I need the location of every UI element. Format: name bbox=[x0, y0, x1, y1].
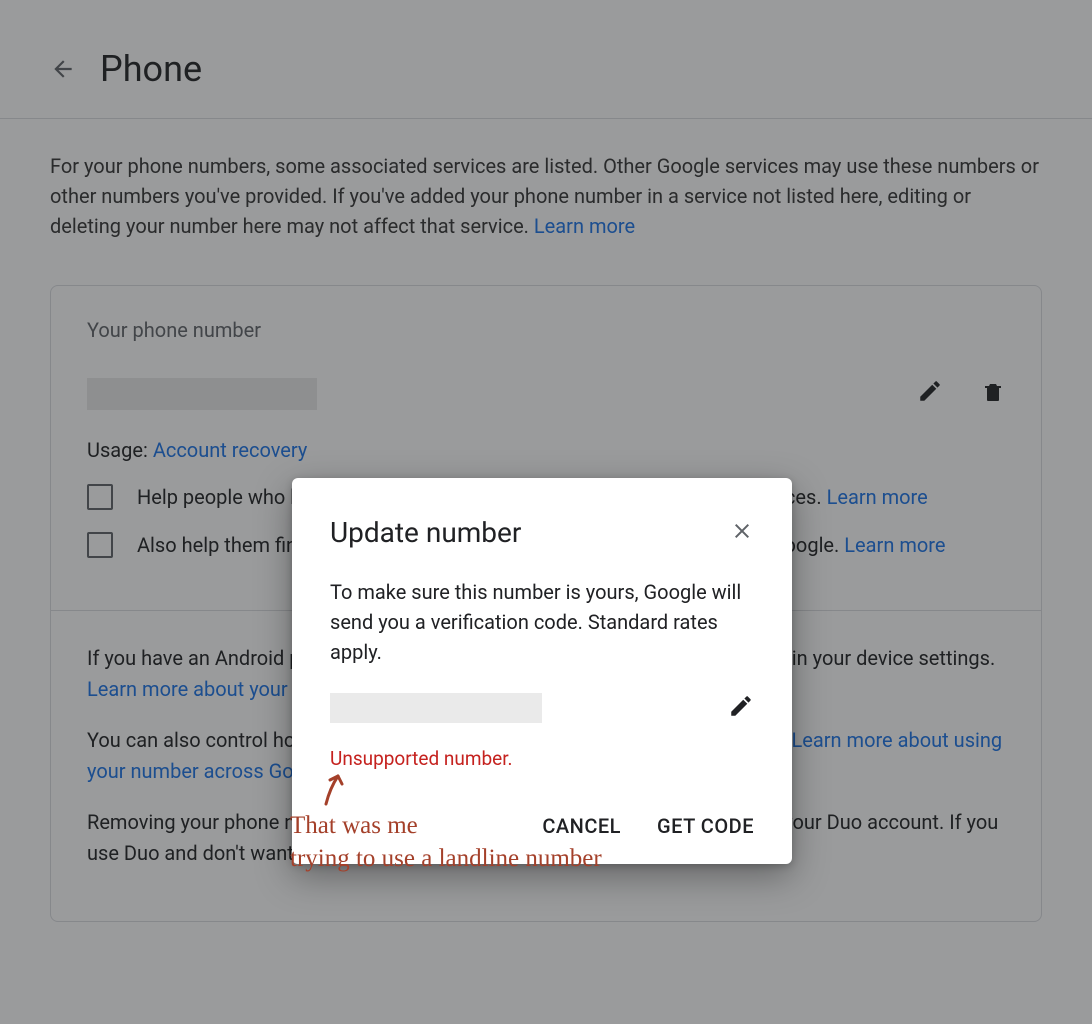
dialog-header: Update number bbox=[330, 516, 754, 549]
dialog-number-row bbox=[330, 693, 754, 723]
close-icon bbox=[730, 519, 754, 543]
dialog-edit-button[interactable] bbox=[728, 693, 754, 723]
update-number-dialog: Update number To make sure this number i… bbox=[292, 478, 792, 864]
pencil-icon bbox=[728, 693, 754, 719]
dialog-body: To make sure this number is yours, Googl… bbox=[330, 577, 754, 667]
get-code-button[interactable]: GET CODE bbox=[657, 814, 754, 838]
modal-overlay[interactable]: Update number To make sure this number i… bbox=[0, 0, 1092, 1024]
dialog-number-redacted bbox=[330, 693, 542, 723]
dialog-actions: CANCEL GET CODE bbox=[330, 814, 754, 838]
dialog-error: Unsupported number. bbox=[330, 747, 754, 770]
cancel-button[interactable]: CANCEL bbox=[542, 814, 621, 838]
dialog-title: Update number bbox=[330, 516, 521, 549]
dialog-close-button[interactable] bbox=[730, 519, 754, 547]
